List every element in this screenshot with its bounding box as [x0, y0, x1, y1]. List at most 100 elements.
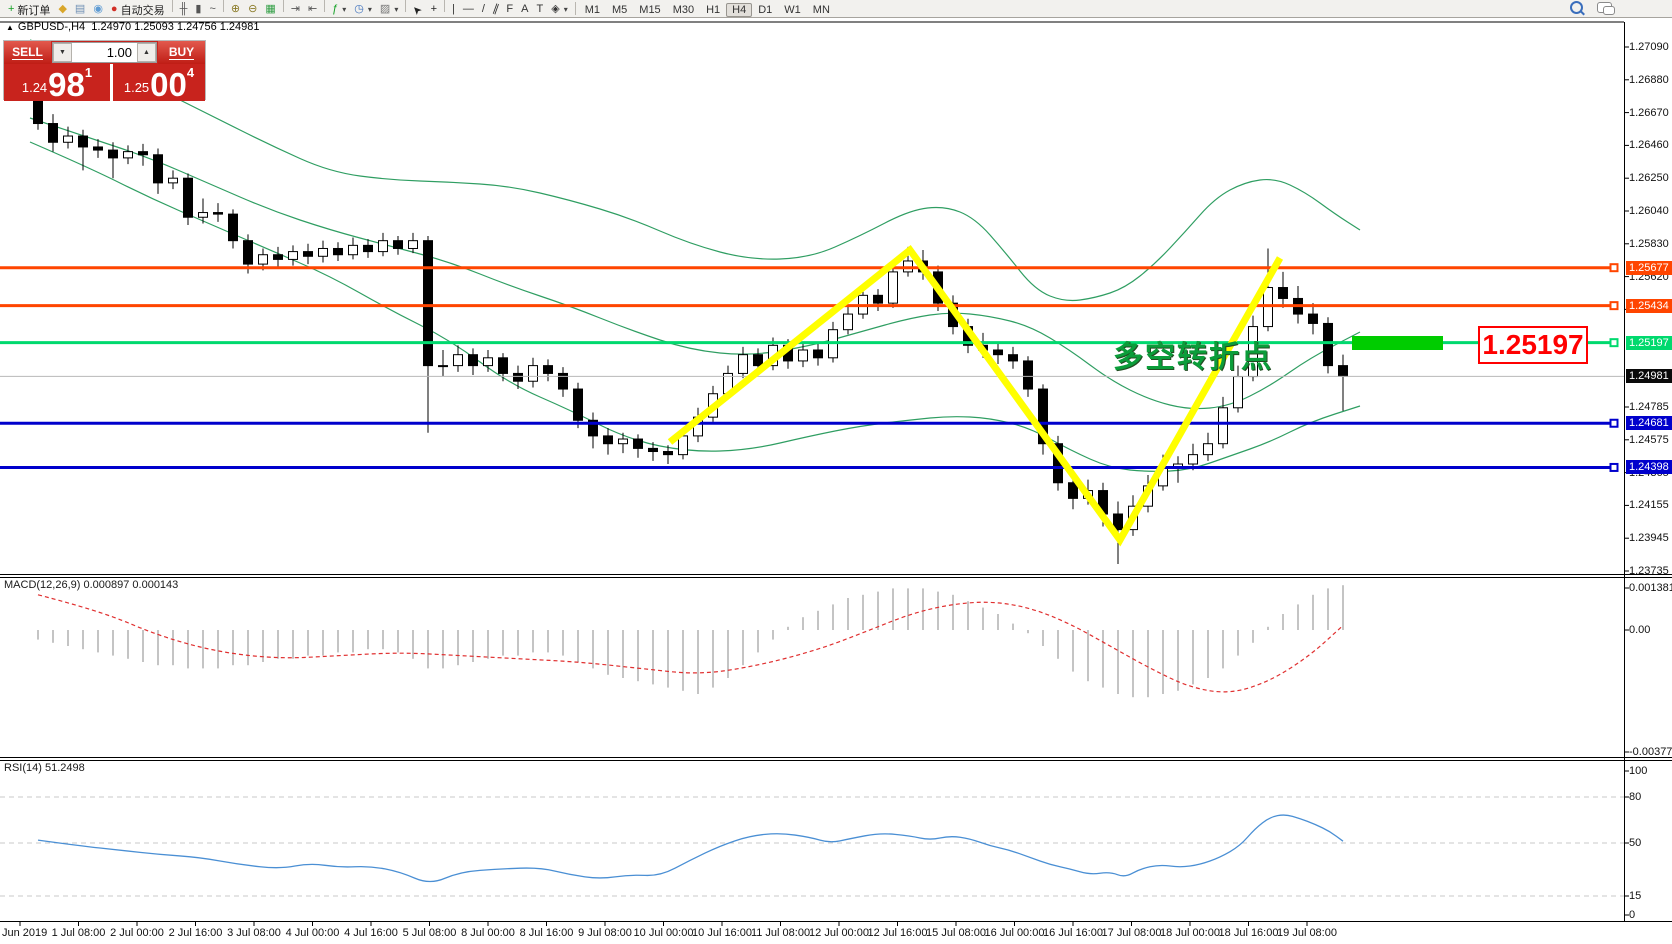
price-tick-label: 1.24155: [1629, 499, 1669, 511]
volume-increase-button[interactable]: ▲: [137, 43, 156, 62]
chart-frame: [0, 22, 1672, 922]
price-tick-label: 1.24785: [1629, 401, 1669, 413]
timeframe-m30-button[interactable]: M30: [667, 3, 700, 17]
price-line-label: 1.25434: [1626, 299, 1672, 313]
volume-stepper: ▼ 1.00 ▲: [52, 42, 157, 63]
candles-chart-button[interactable]: ▮: [191, 2, 205, 18]
toolbar-separator: [575, 2, 576, 15]
timeframe-w1-button[interactable]: W1: [778, 3, 807, 17]
timeframe-mn-button[interactable]: MN: [807, 3, 836, 17]
zoom-out-button[interactable]: ⊖: [244, 2, 261, 18]
signals-icon: ◉: [93, 4, 103, 15]
price-line-label: 1.24981: [1626, 369, 1672, 383]
zoom-in-button[interactable]: ⊕: [227, 2, 244, 18]
market-depth-button[interactable]: ◆: [54, 2, 70, 18]
timeframe-d1-button[interactable]: D1: [752, 3, 778, 17]
timeframe-h4-button[interactable]: H4: [726, 3, 752, 17]
price-tick-label: 1.26040: [1629, 205, 1669, 217]
caret-down-icon: ▾: [394, 5, 398, 14]
autotrading-label: 自动交易: [121, 2, 165, 18]
tile-windows-icon: ▦: [265, 4, 275, 15]
candles-chart-icon: ▮: [195, 4, 201, 15]
cursor-button[interactable]: ➤: [409, 2, 426, 18]
vertical-line-button[interactable]: |: [448, 2, 459, 18]
zigzag-trendline[interactable]: [670, 250, 1280, 540]
crosshair-button[interactable]: +: [427, 2, 441, 18]
buy-button[interactable]: BUY: [158, 41, 205, 64]
price-tick-label: 1.24575: [1629, 434, 1669, 446]
chat-icon[interactable]: [1597, 2, 1612, 13]
toolbar-buttons: +新订单◆▤◉●自动交易╫▮~⊕⊖▦⇥⇤ƒ▾◷▾▨▾➤+|—/∥FAT◈▾: [4, 0, 572, 18]
price-callout[interactable]: 1.25197: [1478, 326, 1588, 364]
volume-value[interactable]: 1.00: [72, 43, 137, 62]
sell-price-small: 1.24: [22, 80, 47, 95]
zoom-in-icon: ⊕: [231, 4, 240, 15]
line-chart-icon: ~: [209, 4, 215, 15]
bars-chart-button[interactable]: ╫: [176, 2, 192, 18]
trendline-icon: /: [482, 4, 485, 15]
text-button[interactable]: A: [517, 2, 532, 18]
fibonacci-icon: F: [506, 4, 513, 15]
timeframe-m15-button[interactable]: M15: [633, 3, 666, 17]
price-line-label: 1.25197: [1626, 336, 1672, 350]
rsi-scale-label: 0: [1629, 909, 1635, 921]
annotation-text[interactable]: 多空转折点: [1113, 332, 1273, 376]
signals-button[interactable]: ◉: [89, 2, 107, 18]
autotrading-icon: ●: [111, 4, 118, 15]
text-label-button[interactable]: T: [533, 2, 548, 18]
tile-windows-button[interactable]: ▦: [261, 2, 279, 18]
trendline-button[interactable]: /: [478, 2, 489, 18]
channel-button[interactable]: ∥: [489, 2, 503, 18]
sell-button[interactable]: SELL: [4, 41, 51, 64]
macd-label: MACD(12,26,9) 0.000897 0.000143: [4, 579, 178, 591]
volume-decrease-button[interactable]: ▼: [53, 43, 72, 62]
cursor-icon: ➤: [411, 3, 425, 17]
timeframe-m1-button[interactable]: M1: [579, 3, 606, 17]
collapse-icon[interactable]: ▲: [6, 23, 14, 32]
price-tick-label: 1.23735: [1629, 565, 1669, 577]
timeframe-h1-button[interactable]: H1: [700, 3, 726, 17]
periods-menu-button[interactable]: ◷▾: [350, 2, 376, 18]
caret-down-icon: ▾: [368, 5, 372, 14]
sell-price[interactable]: 1.24 98 1: [4, 64, 110, 101]
horizontal-lines[interactable]: [0, 264, 1624, 471]
buy-price[interactable]: 1.25 00 4: [113, 64, 205, 101]
horizontal-line-button[interactable]: —: [459, 2, 478, 18]
caret-down-icon: ▾: [342, 5, 346, 14]
mt4-terminal-window: +新订单◆▤◉●自动交易╫▮~⊕⊖▦⇥⇤ƒ▾◷▾▨▾➤+|—/∥FAT◈▾ M1…: [0, 0, 1672, 944]
price-tick-label: 1.26880: [1629, 74, 1669, 86]
price-tick-label: 1.26250: [1629, 172, 1669, 184]
templates-button[interactable]: ▨▾: [376, 2, 402, 18]
toolbar-separator: [223, 0, 224, 12]
one-click-trading-panel: SELL ▼ 1.00 ▲ BUY 1.24 98 1 1.25 00 4: [3, 40, 206, 100]
fibonacci-button[interactable]: F: [502, 2, 517, 18]
toolbar-separator: [405, 0, 406, 12]
autotrading-button[interactable]: ●自动交易: [107, 2, 169, 18]
auto-scroll-button[interactable]: ⇥: [287, 2, 304, 18]
price-tick-label: 1.27090: [1629, 41, 1669, 53]
rsi-label: RSI(14) 51.2498: [4, 762, 85, 774]
horizontal-line-icon: —: [463, 4, 474, 15]
periods-menu-icon: ◷: [354, 4, 364, 15]
chart-canvas[interactable]: [0, 0, 1672, 944]
rsi-scale-label: 100: [1629, 765, 1647, 777]
price-tick-label: 1.26670: [1629, 107, 1669, 119]
symbol-period-label: GBPUSD-,H4: [18, 21, 85, 33]
chart-window-button[interactable]: ▤: [71, 2, 89, 18]
main-toolbar: +新订单◆▤◉●自动交易╫▮~⊕⊖▦⇥⇤ƒ▾◷▾▨▾➤+|—/∥FAT◈▾ M1…: [0, 0, 1672, 18]
search-icon[interactable]: [1570, 1, 1583, 14]
price-tick-label: 1.23945: [1629, 532, 1669, 544]
line-chart-button[interactable]: ~: [205, 2, 219, 18]
new-order-button[interactable]: +新订单: [4, 2, 54, 18]
indicators-button[interactable]: ƒ▾: [328, 2, 350, 18]
rsi-scale-label: 50: [1629, 837, 1641, 849]
zoom-out-icon: ⊖: [248, 4, 257, 15]
buy-price-sup: 4: [187, 65, 194, 80]
price-tick-label: 1.26460: [1629, 139, 1669, 151]
arrows-button[interactable]: ◈▾: [547, 2, 571, 18]
highlight-rectangle[interactable]: [1352, 336, 1443, 350]
timeframe-m5-button[interactable]: M5: [606, 3, 633, 17]
toolbar-separator: [172, 0, 173, 12]
macd-scale-label: -0.003771: [1629, 746, 1672, 758]
chart-shift-button[interactable]: ⇤: [304, 2, 321, 18]
